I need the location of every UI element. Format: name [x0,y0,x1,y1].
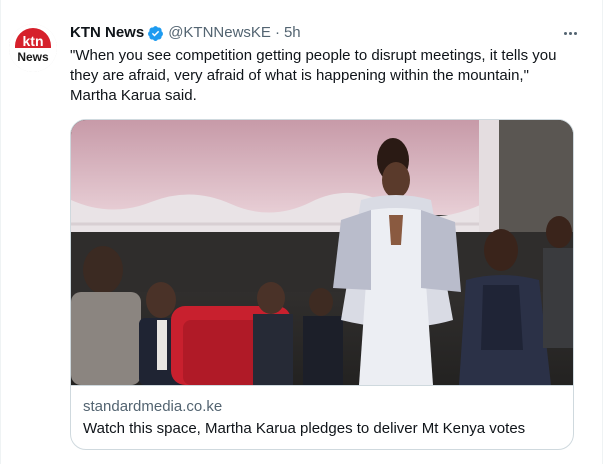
handle[interactable]: @KTNNewsKE [168,23,271,43]
card-title: Watch this space, Martha Karua pledges t… [83,420,526,437]
svg-text:News: News [17,50,49,64]
verified-badge-icon [148,25,164,41]
card-photo [71,120,573,385]
avatar[interactable]: ktn News [9,24,57,72]
svg-text:ktn: ktn [23,33,44,49]
timestamp[interactable]: 5h [284,23,301,43]
more-button[interactable] [558,24,582,42]
card-image[interactable] [71,120,573,386]
tweet-text: "When you see competition getting people… [70,46,585,106]
more-dots-icon [563,31,567,35]
ktn-news-logo: ktn News [9,24,57,72]
tweet-text-line: "When you see competition getting people… [70,47,557,64]
card-domain: standardmedia.co.ke [83,398,223,415]
display-name[interactable]: KTN News [70,23,144,43]
tweet-text-line: Martha Karua said. [70,87,197,104]
separator-dot: · [274,24,280,41]
link-card[interactable]: standardmedia.co.ke Watch this space, Ma… [70,119,574,450]
tweet[interactable]: ktn News KTN News @KTNNewsKE · 5h "When … [0,0,603,464]
tweet-text-line: they are afraid, very afraid of what is … [70,67,529,84]
tweet-header: KTN News @KTNNewsKE · 5h [70,23,562,43]
